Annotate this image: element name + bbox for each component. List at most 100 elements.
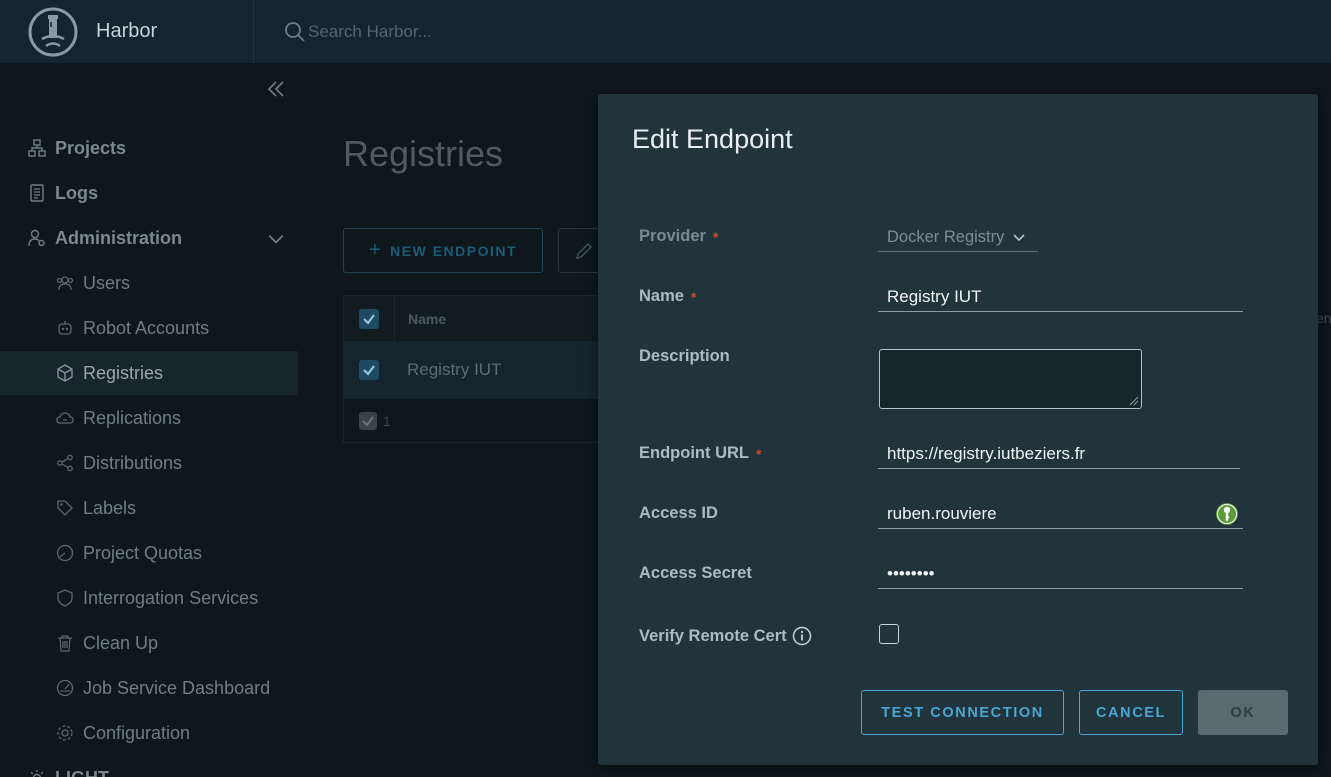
sidebar-item-label: Interrogation Services: [83, 587, 259, 608]
sidebar-item-administration[interactable]: Administration: [0, 216, 298, 260]
resize-handle-icon[interactable]: [1127, 394, 1139, 406]
access-id-field[interactable]: ruben.rouviere: [878, 499, 1243, 529]
check-icon: [362, 416, 374, 427]
sidebar-item-project-quotas[interactable]: Project Quotas: [0, 531, 298, 575]
sidebar-item-interrogation-services[interactable]: Interrogation Services: [0, 576, 298, 620]
sidebar-item-labels[interactable]: Labels: [0, 486, 298, 530]
administration-icon: [28, 229, 45, 247]
sun-icon: [30, 770, 44, 777]
sidebar-item-label: Labels: [83, 497, 137, 518]
trash-icon: [58, 635, 72, 652]
sidebar-item-label: Registries: [83, 362, 164, 383]
sidebar-item-label: Job Service Dashboard: [83, 677, 271, 698]
harbor-logo-icon: [28, 7, 78, 56]
info-icon[interactable]: [792, 626, 812, 646]
access-secret-label-text: Access Secret: [639, 564, 752, 582]
sidebar-item-label: Users: [83, 272, 131, 293]
sidebar-item-label: Projects: [55, 137, 127, 158]
access-id-value: ruben.rouviere: [887, 503, 997, 523]
edit-endpoint-dialog: Edit Endpoint Provider * Docker Registry…: [598, 94, 1318, 765]
dashboard-icon: [56, 679, 74, 697]
sidebar-item-robot-accounts[interactable]: Robot Accounts: [0, 306, 298, 350]
name-label-text: Name: [639, 287, 684, 305]
endpoint-url-field[interactable]: https://registry.iutbeziers.fr: [878, 439, 1240, 469]
plus-icon: +: [368, 239, 383, 261]
provider-value: Docker Registry: [887, 228, 1005, 246]
access-secret-label: Access Secret: [639, 564, 752, 583]
select-all-checkbox[interactable]: [359, 308, 379, 329]
projects-icon: [28, 139, 46, 157]
verify-cert-label-text: Verify Remote Cert: [639, 626, 787, 645]
sidebar-item-theme[interactable]: LIGHT: [0, 756, 298, 777]
sidebar-item-label: Distributions: [83, 452, 183, 473]
sidebar-item-label: Configuration: [83, 722, 191, 743]
sidebar: Projects Logs Administration Users Robot…: [0, 63, 298, 777]
distributions-icon: [57, 454, 73, 472]
gear-icon: [57, 725, 73, 741]
endpoint-url-label: Endpoint URL *: [639, 444, 761, 463]
registry-name-cell: Registry IUT: [407, 360, 502, 379]
quotas-icon: [56, 544, 74, 562]
footer-checkbox[interactable]: [359, 412, 377, 430]
collapse-sidebar-icon[interactable]: [266, 79, 286, 99]
sidebar-item-registries[interactable]: Registries: [0, 351, 298, 395]
sidebar-item-job-service-dashboard[interactable]: Job Service Dashboard: [0, 666, 298, 710]
provider-select[interactable]: Docker Registry: [878, 224, 1038, 252]
description-label: Description: [639, 347, 730, 366]
column-header-name[interactable]: Name: [408, 311, 446, 327]
provider-label: Provider *: [639, 227, 718, 246]
top-header: Harbor: [0, 0, 1331, 63]
pencil-icon: [576, 243, 592, 259]
sidebar-item-label: Administration: [55, 227, 183, 248]
sidebar-item-configuration[interactable]: Configuration: [0, 711, 298, 755]
row-count: 1: [383, 413, 391, 429]
access-secret-field[interactable]: ••••••••: [878, 559, 1243, 589]
dialog-title: Edit Endpoint: [632, 124, 793, 154]
provider-label-text: Provider: [639, 227, 706, 245]
sidebar-item-projects[interactable]: Projects: [0, 126, 298, 170]
row-checkbox[interactable]: [359, 360, 379, 380]
new-endpoint-button[interactable]: + NEW ENDPOINT: [343, 228, 543, 273]
test-connection-button[interactable]: TEST CONNECTION: [861, 690, 1064, 735]
name-label: Name *: [639, 287, 696, 306]
verify-cert-checkbox[interactable]: [879, 624, 899, 644]
sidebar-item-label: Replications: [83, 407, 182, 428]
global-search[interactable]: [284, 21, 608, 43]
sidebar-item-clean-up[interactable]: Clean Up: [0, 621, 298, 665]
new-endpoint-label: NEW ENDPOINT: [390, 242, 518, 259]
sidebar-item-label: Clean Up: [83, 632, 159, 653]
sidebar-item-label: Project Quotas: [83, 542, 203, 563]
chevron-down-icon: [1013, 233, 1025, 241]
required-marker: *: [712, 228, 719, 245]
chevron-down-icon: [268, 234, 284, 244]
sidebar-item-replications[interactable]: Replications: [0, 396, 298, 440]
sidebar-item-users[interactable]: Users: [0, 261, 298, 305]
cancel-button[interactable]: CANCEL: [1079, 690, 1183, 735]
check-icon: [363, 365, 375, 376]
sidebar-item-distributions[interactable]: Distributions: [0, 441, 298, 485]
logs-icon: [30, 184, 44, 202]
shield-icon: [57, 589, 73, 607]
description-label-text: Description: [639, 347, 730, 365]
registries-icon: [57, 364, 73, 382]
robot-icon: [58, 321, 72, 335]
sidebar-item-logs[interactable]: Logs: [0, 171, 298, 215]
search-input[interactable]: [308, 21, 608, 42]
name-field[interactable]: Registry IUT: [878, 282, 1243, 312]
ok-button[interactable]: OK: [1198, 690, 1288, 735]
access-secret-value: ••••••••: [887, 563, 935, 583]
check-icon: [363, 313, 375, 325]
labels-icon: [57, 500, 73, 516]
required-marker: *: [690, 288, 697, 305]
theme-toggle-label: LIGHT: [55, 768, 109, 777]
replications-icon: [56, 412, 74, 424]
brand[interactable]: Harbor: [0, 0, 254, 63]
page-title: Registries: [343, 133, 504, 174]
sidebar-item-label: Logs: [55, 182, 98, 203]
sidebar-item-label: Robot Accounts: [83, 317, 210, 338]
column-divider: [394, 296, 395, 341]
users-icon: [56, 276, 74, 291]
password-manager-key-icon[interactable]: [1215, 502, 1239, 526]
app-name: Harbor: [96, 20, 158, 42]
description-textarea[interactable]: [879, 349, 1142, 409]
